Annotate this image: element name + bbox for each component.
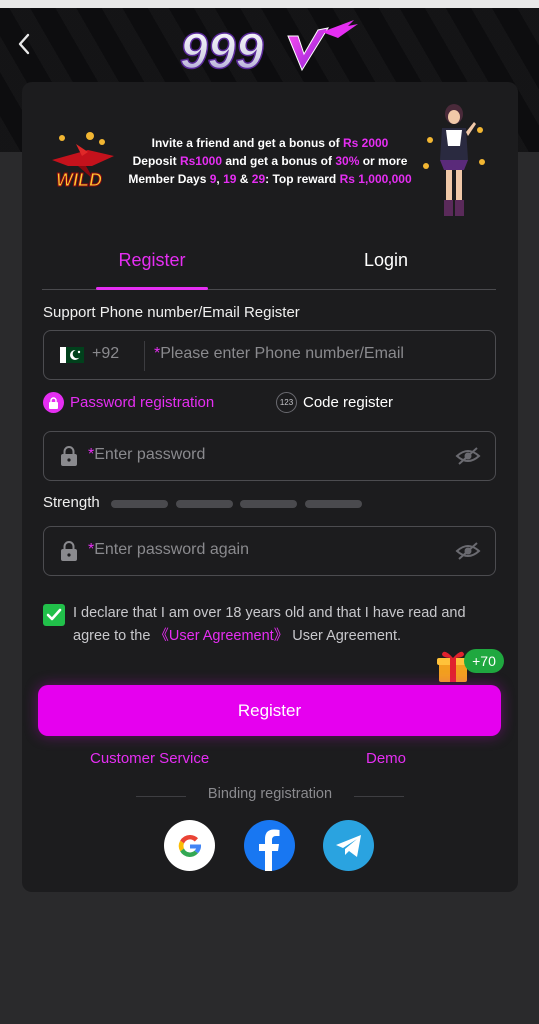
password-field[interactable]: *Enter password — [43, 431, 496, 481]
strength-bar-1 — [111, 500, 168, 508]
auth-tabs: Register Login — [42, 242, 496, 290]
phone-email-input[interactable]: *Please enter Phone number/Email — [154, 345, 404, 363]
strength-bar-4 — [305, 500, 362, 508]
phone-email-field[interactable]: +92 *Please enter Phone number/Email — [43, 330, 496, 380]
phone-email-placeholder: Please enter Phone number/Email — [160, 345, 404, 362]
binding-registration: Binding registration — [136, 786, 404, 806]
checkmark-icon — [46, 608, 62, 621]
pakistan-flag-icon[interactable] — [60, 347, 84, 363]
chevron-left-icon — [18, 33, 30, 55]
promo-highlight-1000: Rs1000 — [179, 154, 222, 168]
password-input[interactable]: *Enter password — [88, 446, 205, 464]
promo-text-1a: Invite a friend and get a bonus of — [151, 136, 343, 150]
svg-text:WILD: WILD — [56, 170, 102, 190]
agreement-checkbox[interactable] — [43, 604, 65, 626]
lock-icon — [60, 446, 78, 466]
telegram-icon[interactable] — [323, 820, 374, 871]
promo-text-2e: or more — [359, 154, 408, 168]
strength-bar-3 — [240, 500, 297, 508]
promo-highlight-reward: Rs 1,000,000 — [339, 172, 412, 186]
field-divider — [144, 341, 145, 371]
code-register-label: Code register — [303, 394, 394, 411]
agreement-text: I declare that I am over 18 years old an… — [73, 602, 501, 648]
facebook-icon[interactable] — [244, 820, 295, 871]
social-login-row — [22, 820, 518, 872]
bonus-badge: +70 — [464, 649, 504, 673]
customer-service-link[interactable]: Customer Service — [90, 750, 209, 767]
promo-highlight-30: 30% — [335, 154, 360, 168]
status-bar-strip — [0, 0, 539, 8]
eye-off-icon[interactable] — [455, 446, 481, 466]
password-registration-label: Password registration — [70, 394, 215, 411]
promo-line-1: Invite a friend and get a bonus of Rs 20… — [122, 134, 418, 152]
active-tab-indicator — [96, 287, 208, 290]
eye-off-icon[interactable] — [455, 541, 481, 561]
wild-plane-icon: WILD — [48, 130, 120, 192]
form-section-label: Support Phone number/Email Register — [43, 304, 300, 321]
promo-day-19: 19 — [223, 172, 237, 186]
password-confirm-placeholder: Enter password again — [94, 541, 249, 558]
lock-icon — [60, 541, 78, 561]
register-card: WILD Invite a friend and get a bonus of … — [22, 82, 518, 892]
tab-login[interactable]: Login — [276, 242, 496, 290]
strength-bar-2 — [176, 500, 233, 508]
footer-links: Customer Service Demo — [22, 750, 518, 770]
promo-text-3g: : Top reward — [265, 172, 340, 186]
back-button[interactable] — [12, 30, 36, 58]
lock-circle-icon — [43, 392, 64, 413]
password-placeholder: Enter password — [94, 446, 206, 463]
brand-logo: 999 — [178, 14, 360, 80]
binding-label: Binding registration — [207, 786, 333, 802]
promo-text-3a: Member Days — [128, 172, 210, 186]
binding-line-left — [136, 796, 186, 797]
promo-text-2c: and get a bonus of — [222, 154, 336, 168]
register-button[interactable]: Register — [38, 685, 501, 736]
google-icon[interactable] — [164, 820, 215, 871]
code-register-option[interactable]: 123 Code register — [276, 392, 393, 413]
strength-label: Strength — [43, 494, 100, 511]
promo-highlight-2000: Rs 2000 — [342, 136, 389, 150]
binding-line-right — [354, 796, 404, 797]
country-code[interactable]: +92 — [92, 345, 119, 363]
agreement-text-b: User Agreement. — [288, 628, 402, 644]
demo-link[interactable]: Demo — [366, 750, 406, 767]
promo-line-2: Deposit Rs1000 and get a bonus of 30% or… — [122, 152, 418, 170]
promo-sep-2: & — [236, 172, 252, 186]
agreement-section: I declare that I am over 18 years old an… — [43, 602, 503, 650]
promo-line-3: Member Days 9, 19 & 29: Top reward Rs 1,… — [122, 170, 418, 188]
registration-mode-selector: Password registration 123 Code register — [43, 390, 496, 420]
svg-text:999: 999 — [180, 23, 264, 79]
promo-text-2a: Deposit — [132, 154, 180, 168]
password-confirm-field[interactable]: *Enter password again — [43, 526, 496, 576]
promo-text: Invite a friend and get a bonus of Rs 20… — [122, 134, 418, 188]
promo-banner: WILD Invite a friend and get a bonus of … — [22, 82, 518, 232]
password-strength-meter: Strength — [43, 494, 496, 514]
password-confirm-input[interactable]: *Enter password again — [88, 541, 249, 559]
user-agreement-link[interactable]: 《User Agreement》 — [154, 628, 288, 644]
code-123-icon: 123 — [276, 392, 297, 413]
promo-day-29: 29 — [251, 172, 266, 186]
password-registration-option[interactable]: Password registration — [43, 392, 214, 413]
tab-register[interactable]: Register — [42, 242, 262, 290]
mascot-illustration — [422, 100, 488, 218]
